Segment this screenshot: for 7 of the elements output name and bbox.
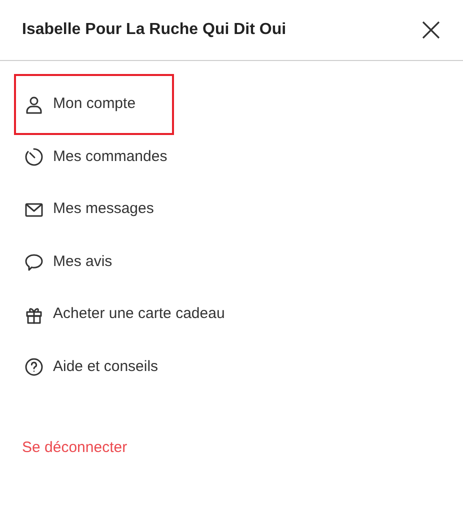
- timer-icon: [24, 147, 44, 167]
- help-icon: [24, 357, 44, 377]
- speech-bubble-icon: [24, 252, 44, 272]
- menu-item[interactable]: Mon compte: [14, 74, 174, 135]
- logout-link[interactable]: Se déconnecter: [22, 437, 128, 460]
- user-icon: [24, 94, 44, 114]
- menu-title: Isabelle Pour La Ruche Qui Dit Oui: [22, 20, 286, 40]
